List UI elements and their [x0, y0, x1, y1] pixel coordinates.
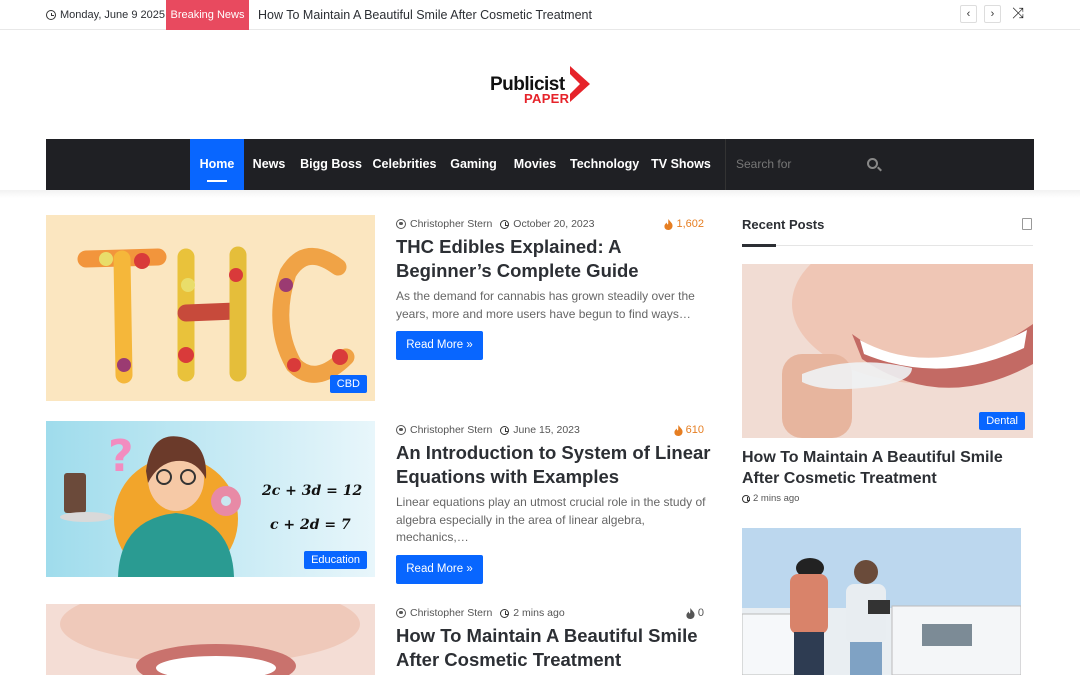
sidebar-title: Recent Posts	[742, 217, 825, 232]
fire-icon	[686, 607, 695, 619]
sidebar-post-thumbnail-2[interactable]	[742, 528, 1021, 675]
post-thumbnail-thc[interactable]: CBD	[46, 215, 375, 401]
post-title[interactable]: An Introduction to System of Linear Equa…	[396, 441, 711, 489]
post-views: 0	[686, 607, 704, 619]
post-thumbnail-linear-equations[interactable]: ? 2c + 3d = 12 c + 2d = 7 Education	[46, 421, 375, 577]
site-logo[interactable]: Publicist PAPER	[490, 66, 600, 106]
date-text: Monday, June 9 2025	[60, 9, 165, 21]
fire-icon	[674, 424, 683, 436]
post-views: 1,602	[664, 218, 704, 230]
post-excerpt: Linear equations play an utmost crucial …	[396, 495, 706, 544]
post-author[interactable]: Christopher Stern	[410, 218, 492, 230]
post-title[interactable]: How To Maintain A Beautiful Smile After …	[396, 624, 711, 672]
read-more-button[interactable]: Read More »	[396, 555, 483, 584]
nav-item-bigg-boss[interactable]: Bigg Boss	[299, 139, 363, 190]
view-count: 0	[697, 607, 704, 619]
post-meta: Christopher Stern October 20, 2023	[396, 218, 594, 230]
nav-search[interactable]: Search for	[725, 139, 1034, 190]
user-icon	[396, 425, 406, 435]
category-badge-dental[interactable]: Dental	[979, 412, 1025, 430]
post-meta: Christopher Stern 2 mins ago	[396, 607, 565, 619]
post-thumbnail-smile[interactable]	[46, 604, 375, 675]
category-badge-cbd[interactable]: CBD	[329, 375, 367, 393]
view-count: 610	[685, 424, 704, 436]
clock-icon	[46, 10, 56, 20]
ticker-prev-button[interactable]: ‹	[960, 5, 977, 23]
post-author[interactable]: Christopher Stern	[410, 424, 492, 436]
post-date: June 15, 2023	[513, 424, 580, 436]
thc-gummies-image	[46, 215, 375, 401]
nav-item-home[interactable]: Home	[190, 139, 244, 194]
equation-1: 2c + 3d = 12	[261, 483, 362, 499]
sidebar-divider-accent	[742, 244, 776, 247]
equation-2: c + 2d = 7	[270, 517, 351, 533]
post-views: 610	[674, 424, 704, 436]
fire-icon	[664, 218, 674, 230]
nav-item-gaming[interactable]: Gaming	[447, 139, 500, 190]
sidebar-post-title[interactable]: How To Maintain A Beautiful Smile After …	[742, 447, 1032, 489]
breaking-news-label: Breaking News	[166, 0, 249, 30]
nav-shadow	[0, 190, 1080, 198]
post-date: 2 mins ago	[513, 607, 565, 619]
ticker-next-button[interactable]: ›	[984, 5, 1001, 23]
logo-arrow-icon	[570, 66, 590, 102]
svg-text:?: ?	[108, 431, 134, 482]
user-icon	[396, 219, 406, 229]
sidebar-post-meta: 2 mins ago	[742, 493, 799, 504]
shuffle-icon[interactable]: ⤨	[1012, 6, 1024, 22]
post-meta: Christopher Stern June 15, 2023	[396, 424, 580, 436]
sidebar-divider	[742, 245, 1033, 246]
search-icon[interactable]	[867, 158, 878, 169]
breaking-news-ticker[interactable]: How To Maintain A Beautiful Smile After …	[258, 8, 592, 22]
logo-text-paper: PAPER	[524, 91, 570, 106]
nav-item-technology[interactable]: Technology	[570, 139, 639, 190]
read-more-button[interactable]: Read More »	[396, 331, 483, 360]
nav-item-movies[interactable]: Movies	[510, 139, 560, 190]
smile-image	[46, 604, 375, 675]
sidebar-post-time: 2 mins ago	[753, 493, 800, 504]
clock-icon	[500, 425, 510, 435]
trucks-image	[742, 528, 1021, 675]
search-input[interactable]: Search for	[736, 157, 791, 171]
nav-item-news[interactable]: News	[248, 139, 290, 190]
user-icon	[396, 608, 406, 618]
post-excerpt: As the demand for cannabis has grown ste…	[396, 289, 695, 321]
clock-icon	[500, 219, 510, 229]
nav-item-tv-shows[interactable]: TV Shows	[649, 139, 713, 190]
post-title[interactable]: THC Edibles Explained: A Beginner’s Comp…	[396, 235, 711, 283]
main-nav: Home News Bigg Boss Celebrities Gaming M…	[46, 139, 1034, 194]
view-count: 1,602	[676, 218, 704, 230]
sidebar-post-thumbnail[interactable]: Dental	[742, 264, 1033, 438]
category-badge-education[interactable]: Education	[304, 551, 367, 569]
document-icon	[1022, 218, 1032, 230]
current-date: Monday, June 9 2025	[46, 9, 165, 21]
top-bar: Monday, June 9 2025 Breaking News How To…	[0, 0, 1080, 30]
clock-icon	[742, 494, 750, 503]
post-date: October 20, 2023	[513, 218, 595, 230]
clock-icon	[500, 608, 510, 618]
post-author[interactable]: Christopher Stern	[410, 607, 492, 619]
nav-item-celebrities[interactable]: Celebrities	[372, 139, 437, 190]
